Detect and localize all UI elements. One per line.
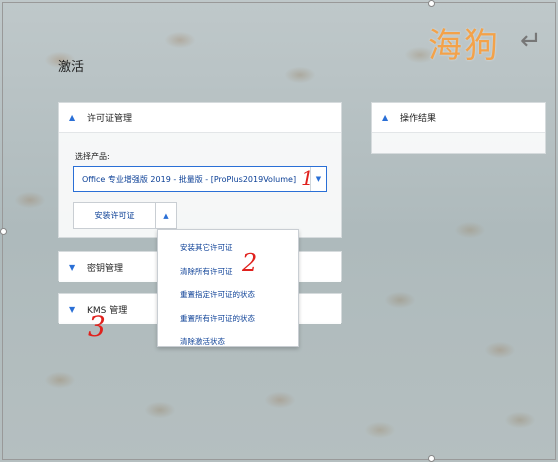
- install-license-button[interactable]: 安装许可证: [74, 203, 156, 228]
- chevron-up-icon: ▲: [382, 113, 389, 122]
- chevron-down-icon: ▼: [69, 304, 76, 314]
- chevron-down-icon: ▼: [69, 262, 76, 272]
- resize-handle-left[interactable]: [0, 228, 7, 235]
- license-panel: ▲ 许可证管理 选择产品: Office 专业增强版 2019 - 批量版 - …: [58, 102, 342, 238]
- watermark-text: 海狗: [428, 26, 500, 66]
- install-license-split-button: 安装许可证 ▲: [73, 202, 177, 229]
- page-title: 激活: [58, 60, 85, 75]
- result-panel: ▲ 操作结果: [371, 102, 546, 154]
- product-select-value: Office 专业增强版 2019 - 批量版 - [ProPlus2019Vo…: [82, 174, 297, 184]
- license-panel-title: 许可证管理: [87, 114, 133, 124]
- license-dropdown-menu: 安装其它许可证 清除所有许可证 重置指定许可证的状态 重置所有许可证的状态 清除…: [157, 229, 299, 347]
- install-license-dropdown-toggle[interactable]: ▲: [156, 203, 176, 228]
- resize-handle-top[interactable]: [428, 0, 435, 7]
- return-arrow-icon: ↵: [520, 26, 542, 56]
- product-select[interactable]: Office 专业增强版 2019 - 批量版 - [ProPlus2019Vo…: [73, 166, 327, 192]
- annotation-3: 3: [88, 310, 106, 343]
- menu-item-clear-all[interactable]: 清除所有许可证: [158, 260, 298, 284]
- key-panel-title: 密钥管理: [87, 263, 124, 274]
- license-panel-header[interactable]: ▲ 许可证管理: [59, 103, 341, 133]
- menu-item-reset-all[interactable]: 重置所有许可证的状态: [158, 307, 298, 331]
- menu-item-reset-selected[interactable]: 重置指定许可证的状态: [158, 283, 298, 307]
- select-product-label: 选择产品:: [75, 152, 110, 161]
- result-panel-header[interactable]: ▲ 操作结果: [372, 103, 545, 133]
- annotation-2: 2: [242, 249, 258, 277]
- chevron-up-icon: ▲: [69, 113, 76, 122]
- resize-handle-bottom[interactable]: [428, 455, 435, 462]
- result-panel-title: 操作结果: [400, 114, 437, 124]
- menu-item-install-other[interactable]: 安装其它许可证: [158, 236, 298, 260]
- annotation-1: 1: [301, 166, 314, 190]
- menu-item-clear-activation[interactable]: 清除激活状态: [158, 330, 298, 354]
